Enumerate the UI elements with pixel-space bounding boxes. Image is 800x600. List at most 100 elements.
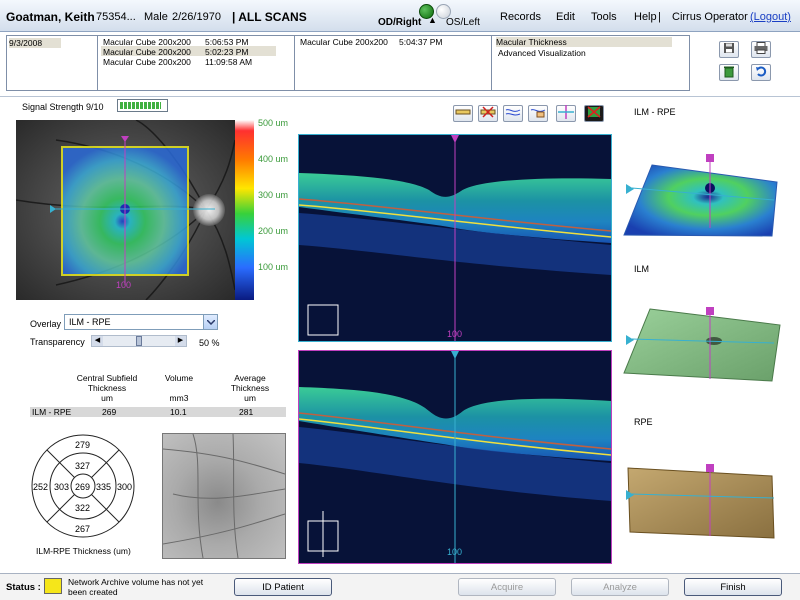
- fundus-slice-label: 100: [116, 280, 132, 290]
- section-divider: [0, 96, 800, 97]
- undo-button[interactable]: [751, 64, 771, 81]
- menu-edit[interactable]: Edit: [556, 11, 575, 23]
- bscan-top-slice-label: 100: [447, 329, 463, 339]
- layer-remove-icon: [480, 106, 496, 121]
- analysis-item-selected[interactable]: Macular Thickness: [496, 37, 672, 47]
- delete-button[interactable]: [719, 64, 739, 81]
- slider-left-arrow-icon[interactable]: ◀: [92, 336, 103, 346]
- layer-band-icon: [455, 106, 471, 121]
- scan-filter[interactable]: | ALL SCANS: [232, 10, 307, 24]
- print-button[interactable]: [751, 41, 771, 58]
- overlay-toggle-icon: [586, 105, 602, 122]
- row-label: ILM - RPE: [32, 407, 72, 417]
- col-header-volume: Volume mm3: [164, 373, 194, 403]
- tool-clear-button[interactable]: [478, 105, 498, 122]
- id-patient-button[interactable]: ID Patient: [234, 578, 332, 596]
- hand-edit-icon: [530, 106, 546, 121]
- tool-thickness-button[interactable]: [453, 105, 473, 122]
- save-icon: [723, 42, 735, 57]
- etdrs-outer-left: 252: [33, 482, 49, 492]
- etdrs-inner-bottom: 322: [75, 503, 91, 513]
- scale-label: 100 um: [258, 262, 289, 272]
- rpe-3d-surface[interactable]: [622, 460, 782, 570]
- tool-segmentation-button[interactable]: [503, 105, 523, 122]
- scan-item[interactable]: Macular Cube 200x200: [103, 37, 191, 47]
- printer-icon: [754, 42, 768, 57]
- etdrs-outer-right: 300: [117, 482, 133, 492]
- scan-time: 5:02:23 PM: [205, 47, 249, 57]
- vertical-bscan[interactable]: 100: [298, 350, 612, 564]
- menu-tools[interactable]: Tools: [591, 11, 617, 23]
- eye-left-label[interactable]: OS/Left: [446, 17, 480, 28]
- etdrs-inner-right: 335: [96, 482, 112, 492]
- patient-id: 75354...: [96, 11, 136, 23]
- chevron-down-icon[interactable]: [203, 315, 217, 329]
- slider-right-arrow-icon[interactable]: ▶: [175, 336, 186, 346]
- scan-time: 5:06:53 PM: [205, 37, 249, 47]
- exam-date[interactable]: 9/3/2008: [9, 38, 61, 48]
- menu-help[interactable]: Help: [634, 11, 657, 23]
- etdrs-center: 269: [75, 482, 91, 492]
- tool-overlay-button[interactable]: [584, 105, 604, 122]
- status-label: Status :: [6, 582, 41, 593]
- overlay-select[interactable]: ILM - RPE: [64, 314, 218, 330]
- fundus-image[interactable]: 100: [16, 120, 235, 300]
- signal-strength-bar: [117, 99, 168, 112]
- scale-label: 300 um: [258, 190, 289, 200]
- overlay-value: ILM - RPE: [69, 317, 111, 327]
- scan-info-panel: 9/3/2008 Macular Cube 200x200 5:06:53 PM…: [6, 35, 690, 91]
- transparency-label: Transparency: [30, 337, 85, 347]
- save-button[interactable]: [719, 41, 739, 58]
- tool-crosshair-button[interactable]: [556, 105, 576, 122]
- ilm-rpe-3d-surface[interactable]: [622, 150, 782, 260]
- fundus-thickness-map: [16, 120, 235, 300]
- column-divider: [491, 36, 492, 90]
- fundus-vessels: [162, 433, 286, 559]
- overlay-label: Overlay: [30, 319, 62, 329]
- scan-item[interactable]: Macular Cube 200x200: [300, 37, 388, 47]
- operator-name: Cirrus Operator: [672, 11, 748, 23]
- etdrs-inner-top: 327: [75, 461, 91, 471]
- analysis-item[interactable]: Advanced Visualization: [498, 48, 586, 58]
- eye-right-label[interactable]: OD/Right: [378, 17, 421, 28]
- col-header-average: Average Thickness um: [230, 373, 270, 403]
- central-thickness-value: 269: [102, 407, 117, 417]
- patient-dob: 2/26/1970: [172, 11, 221, 23]
- scale-label: 400 um: [258, 154, 289, 164]
- segmentation-lines-icon: [505, 106, 521, 121]
- patient-name: Goatman, Keith: [6, 10, 95, 24]
- column-divider: [294, 36, 295, 90]
- bscan-vertical-image: [299, 351, 611, 563]
- slider-thumb[interactable]: [136, 336, 142, 346]
- surface-label-rpe: RPE: [634, 417, 653, 427]
- logout-link[interactable]: (Logout): [750, 11, 791, 23]
- bscan-bottom-slice-label: 100: [447, 547, 463, 557]
- tool-edit-button[interactable]: [528, 105, 548, 122]
- bscan-horizontal-image: [299, 135, 611, 341]
- etdrs-outer-top: 279: [75, 440, 91, 450]
- column-divider: [97, 36, 98, 90]
- status-bar: Status : Network Archive volume has not …: [0, 573, 800, 600]
- horizontal-bscan[interactable]: 100: [298, 134, 612, 342]
- ilm-3d-surface[interactable]: [622, 305, 782, 415]
- scan-item[interactable]: Macular Cube 200x200: [103, 57, 191, 67]
- transparency-value: 50 %: [199, 338, 220, 348]
- acquire-button[interactable]: Acquire: [458, 578, 556, 596]
- status-message: Network Archive volume has not yet been …: [68, 577, 204, 597]
- menu-records[interactable]: Records: [500, 11, 541, 23]
- menu-separator: |: [658, 11, 661, 23]
- transparency-slider[interactable]: ◀ ▶: [91, 335, 187, 347]
- fundus-thumbnail[interactable]: [162, 433, 286, 559]
- scan-time: 5:04:37 PM: [399, 37, 443, 47]
- analyze-button[interactable]: Analyze: [571, 578, 669, 596]
- top-header: Goatman, Keith 75354... Male 2/26/1970 |…: [0, 0, 800, 32]
- patient-gender: Male: [144, 11, 168, 23]
- trash-icon: [723, 65, 735, 81]
- scale-label: 500 um: [258, 118, 289, 128]
- scan-item-selected[interactable]: Macular Cube 200x200: [103, 47, 191, 57]
- undo-icon: [755, 65, 767, 80]
- etdrs-inner-left: 303: [54, 482, 70, 492]
- finish-button[interactable]: Finish: [684, 578, 782, 596]
- col-header-central: Central Subfield Thickness um: [76, 373, 138, 403]
- signal-strength-label: Signal Strength 9/10: [22, 102, 104, 112]
